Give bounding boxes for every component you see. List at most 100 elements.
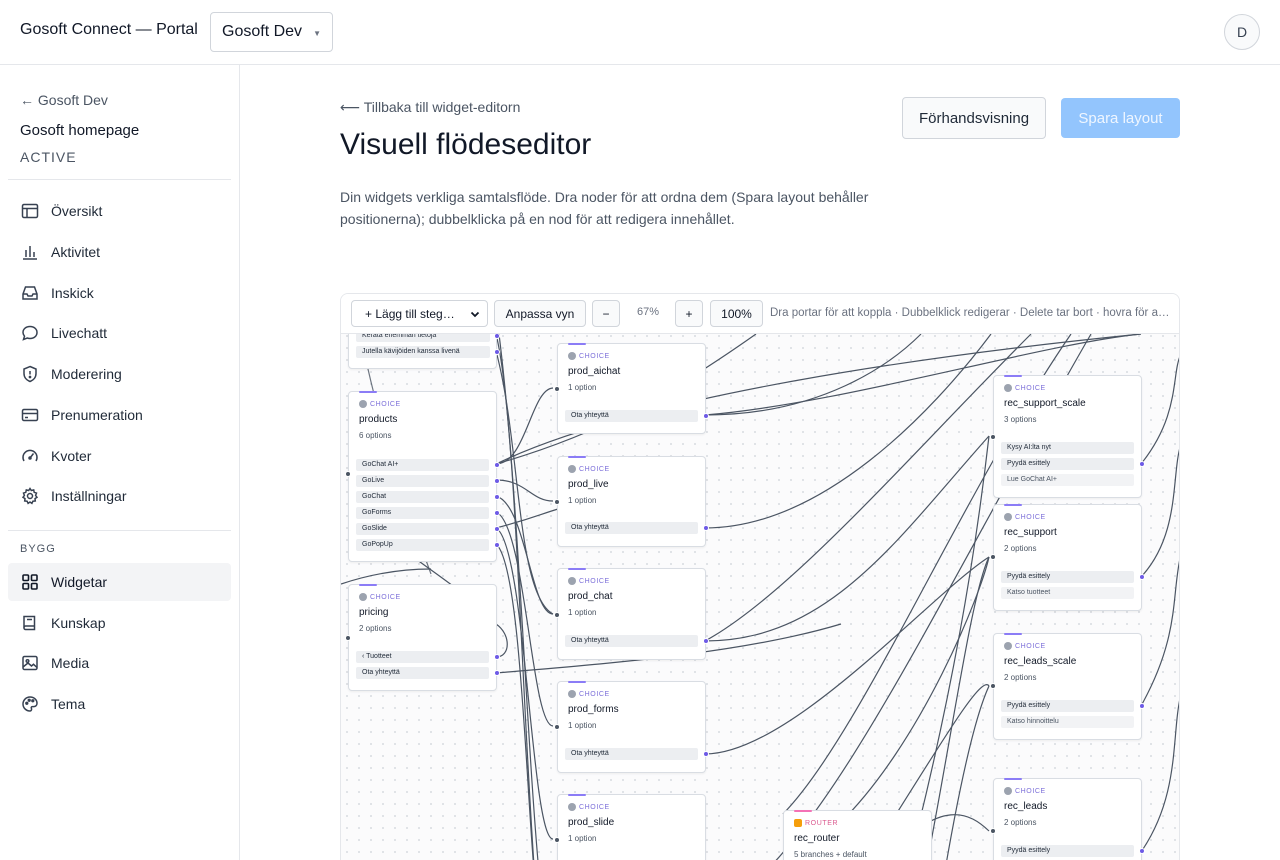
- node-option[interactable]: GoChat: [356, 491, 489, 503]
- sidebar-item-prenumeration[interactable]: Prenumeration: [8, 396, 231, 434]
- node-type: CHOICE: [568, 803, 610, 811]
- flow-canvas[interactable]: + Lägg till steg… Anpassa vyn − 67% + 10…: [340, 293, 1180, 860]
- output-port[interactable]: [1139, 574, 1145, 580]
- output-port[interactable]: [703, 751, 709, 757]
- node-option[interactable]: Jutella kävijöiden kanssa livenä: [356, 346, 490, 358]
- node-option[interactable]: Katso tuotteet: [1001, 587, 1134, 599]
- flow-node-rec-leads-scale[interactable]: CHOICE rec_leads_scale 2 options Pyydä e…: [990, 633, 1145, 740]
- output-port[interactable]: [703, 525, 709, 531]
- node-option[interactable]: Lue GoChat AI+: [1001, 474, 1134, 486]
- sidebar-item-aktivitet[interactable]: Aktivitet: [8, 233, 231, 271]
- node-option[interactable]: Ota yhteyttä: [565, 635, 698, 647]
- output-port[interactable]: [1139, 848, 1145, 854]
- node-option[interactable]: Kysy AI:lta nyt: [1001, 442, 1134, 454]
- preview-button[interactable]: Förhandsvisning: [902, 97, 1047, 139]
- node-option[interactable]: GoLive: [356, 475, 489, 487]
- flow-node-prod-chat[interactable]: CHOICE prod_chat 1 option Ota yhteyttä: [554, 568, 709, 660]
- node-option[interactable]: Ota yhteyttä: [356, 667, 489, 679]
- input-port[interactable]: [990, 434, 996, 440]
- sidebar-item-installningar[interactable]: Inställningar: [8, 477, 231, 515]
- input-port[interactable]: [990, 683, 996, 689]
- flow-node-prod-live[interactable]: CHOICE prod_live 1 option Ota yhteyttä: [554, 456, 709, 547]
- choice-icon: [1004, 642, 1012, 650]
- input-port[interactable]: [554, 724, 560, 730]
- zoom-in-button[interactable]: +: [675, 300, 703, 327]
- input-port[interactable]: [345, 635, 351, 641]
- node-option[interactable]: Katso hinnoittelu: [1001, 716, 1134, 728]
- node-option[interactable]: Pyydä esittely: [1001, 458, 1134, 470]
- zoom-reset-button[interactable]: 100%: [710, 300, 763, 327]
- input-port[interactable]: [345, 471, 351, 477]
- output-port[interactable]: [494, 526, 500, 532]
- output-port[interactable]: [494, 654, 500, 660]
- input-port[interactable]: [990, 828, 996, 834]
- node-option[interactable]: Pyydä esittely: [1001, 700, 1134, 712]
- node-option[interactable]: GoPopUp: [356, 539, 489, 551]
- flow-node-rec-router[interactable]: ROUTER rec_router 5 branches + default: [783, 810, 932, 860]
- sidebar-item-widgetar[interactable]: Widgetar: [8, 563, 231, 601]
- node-option[interactable]: GoSlide: [356, 523, 489, 535]
- node-option[interactable]: Pyydä esittely: [1001, 845, 1134, 857]
- flow-node-rec-support[interactable]: CHOICE rec_support 2 options Pyydä esitt…: [990, 504, 1145, 611]
- node-subtitle: 2 options: [1004, 818, 1037, 827]
- output-port[interactable]: [1139, 461, 1145, 467]
- sidebar-item-oversikt[interactable]: Översikt: [8, 192, 231, 230]
- node-option[interactable]: Ota yhteyttä: [565, 410, 698, 422]
- flow-node-pricing[interactable]: CHOICE pricing 2 options ‹ Tuotteet Ota …: [345, 584, 500, 691]
- output-port[interactable]: [494, 462, 500, 468]
- node-accent: [1004, 375, 1022, 377]
- node-accent: [568, 568, 586, 570]
- output-port[interactable]: [703, 413, 709, 419]
- zoom-out-button[interactable]: −: [592, 300, 620, 327]
- back-to-widget-editor-link[interactable]: ⟵ Tillbaka till widget-editorn: [340, 99, 520, 116]
- sidebar-item-kvoter[interactable]: Kvoter: [8, 437, 231, 475]
- input-port[interactable]: [554, 499, 560, 505]
- node-option[interactable]: Ota yhteyttä: [565, 522, 698, 534]
- node-subtitle: 6 options: [359, 431, 392, 440]
- sidebar-item-inskick[interactable]: Inskick: [8, 274, 231, 312]
- save-layout-button[interactable]: Spara layout: [1061, 98, 1180, 138]
- output-port[interactable]: [494, 510, 500, 516]
- node-subtitle: 1 option: [568, 383, 597, 392]
- workspace-select[interactable]: Gosoft Dev ▼: [210, 12, 334, 52]
- node-type-label: ROUTER: [805, 819, 839, 827]
- output-port[interactable]: [494, 478, 500, 484]
- flow-node-prod-forms[interactable]: CHOICE prod_forms 1 option Ota yhteyttä: [554, 681, 709, 773]
- input-port[interactable]: [554, 386, 560, 392]
- sidebar-item-livechatt[interactable]: Livechatt: [8, 314, 231, 352]
- output-port[interactable]: [703, 638, 709, 644]
- node-option[interactable]: GoChat AI+: [356, 459, 489, 471]
- flow-node-prod-slide[interactable]: CHOICE prod_slide 1 option: [554, 794, 706, 860]
- sidebar-item-tema[interactable]: Tema: [8, 685, 231, 723]
- node-option[interactable]: Ota yhteyttä: [565, 748, 698, 760]
- input-port[interactable]: [554, 612, 560, 618]
- flow-node-rec-support-scale[interactable]: CHOICE rec_support_scale 3 options Kysy …: [990, 375, 1145, 498]
- output-port[interactable]: [494, 670, 500, 676]
- node-option[interactable]: Pyydä esittely: [1001, 571, 1134, 583]
- node-option[interactable]: ‹ Tuotteet: [356, 651, 489, 663]
- sidebar-item-label: Kunskap: [51, 615, 106, 631]
- add-step-select[interactable]: + Lägg till steg…: [351, 300, 488, 327]
- site-name: Gosoft homepage: [20, 122, 140, 139]
- output-port[interactable]: [494, 494, 500, 500]
- output-port[interactable]: [494, 349, 500, 355]
- flow-node-rec-leads[interactable]: CHOICE rec_leads 2 options Pyydä esittel…: [990, 778, 1145, 860]
- flow-node-products[interactable]: CHOICE products 6 options GoChat AI+ GoL…: [345, 391, 500, 562]
- input-port[interactable]: [554, 837, 560, 843]
- node-accent: [359, 584, 377, 586]
- input-port[interactable]: [990, 554, 996, 560]
- back-to-workspace-link[interactable]: ← Gosoft Dev: [20, 92, 108, 108]
- avatar[interactable]: D: [1224, 14, 1260, 50]
- node-option[interactable]: GoForms: [356, 507, 489, 519]
- sidebar-item-kunskap[interactable]: Kunskap: [8, 604, 231, 642]
- output-port[interactable]: [494, 542, 500, 548]
- fit-view-button[interactable]: Anpassa vyn: [494, 300, 586, 327]
- zoom-level: 67%: [636, 306, 660, 318]
- output-port[interactable]: [1139, 703, 1145, 709]
- node-type: CHOICE: [568, 352, 610, 360]
- node-type-label: CHOICE: [579, 803, 610, 811]
- flow-node-prod-aichat[interactable]: CHOICE prod_aichat 1 option Ota yhteyttä: [554, 343, 709, 434]
- sidebar-item-moderering[interactable]: Moderering: [8, 355, 231, 393]
- node-type: ROUTER: [794, 819, 838, 827]
- sidebar-item-media[interactable]: Media: [8, 644, 231, 682]
